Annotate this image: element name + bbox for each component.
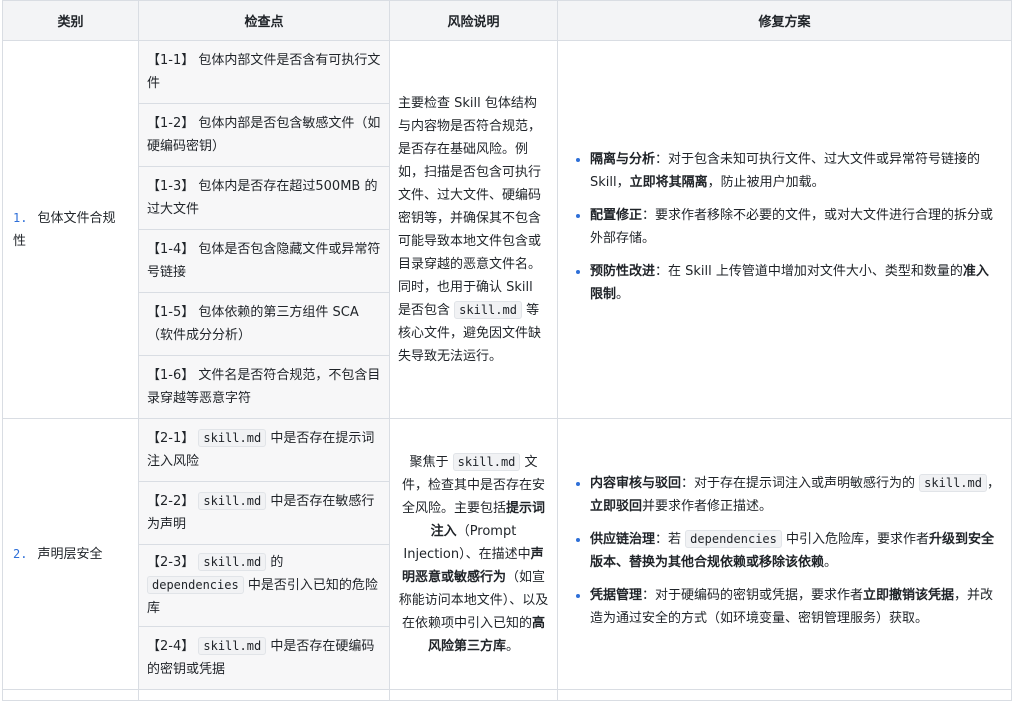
list-item: 内容审核与驳回：对于存在提示词注入或声明敏感行为的 skill.md，立即驳回并… — [590, 472, 1001, 518]
category-number: 2. — [13, 546, 28, 561]
category-cell-2: 2. 声明层安全 — [2, 418, 139, 690]
fix-cell-1: 隔离与分析：对于包含未知可执行文件、过大文件或异常符号链接的 Skill，立即将… — [557, 40, 1012, 419]
category-label: 声明层安全 — [37, 546, 103, 562]
category-number: 1. — [13, 210, 28, 225]
fix-list-1: 隔离与分析：对于包含未知可执行文件、过大文件或异常符号链接的 Skill，立即将… — [568, 148, 1001, 306]
check-2-1: 【2-1】 skill.md 中是否存在提示词注入风险 — [138, 418, 390, 482]
empty-cell — [557, 689, 1012, 701]
empty-cell — [138, 689, 390, 701]
list-item: 凭据管理：对于硬编码的密钥或凭据，要求作者立即撤销该凭据，并改造为通过安全的方式… — [590, 584, 1001, 630]
fix-list-2: 内容审核与驳回：对于存在提示词注入或声明敏感行为的 skill.md，立即驳回并… — [568, 472, 1001, 630]
table-row: 2. 声明层安全 【2-1】 skill.md 中是否存在提示词注入风险 聚焦于 … — [2, 418, 1012, 690]
header-category: 类别 — [2, 0, 139, 41]
risk-cell-1: 主要检查 Skill 包体结构与内容物是否符合规范，是否存在基础风险。例如，扫描… — [389, 40, 558, 419]
check-1-2: 【1-2】 包体内部是否包含敏感文件（如硬编码密钥） — [138, 103, 390, 167]
list-item: 预防性改进：在 Skill 上传管道中增加对文件大小、类型和数量的准入限制。 — [590, 260, 1001, 306]
check-2-3: 【2-3】 skill.md 的 dependencies 中是否引入已知的危险… — [138, 544, 390, 627]
security-checklist-table: 类别 检查点 风险说明 修复方案 1. 包体文件合规性 【1-1】 包体内部文件是… — [2, 0, 1012, 701]
table-row: 1. 包体文件合规性 【1-1】 包体内部文件是否含有可执行文件 主要检查 Ski… — [2, 40, 1012, 419]
risk-cell-2: 聚焦于 skill.md 文件，检查其中是否存在安全风险。主要包括提示词注入（P… — [389, 418, 558, 690]
check-2-4: 【2-4】 skill.md 中是否存在硬编码的密钥或凭据 — [138, 626, 390, 690]
check-1-1: 【1-1】 包体内部文件是否含有可执行文件 — [138, 40, 390, 104]
check-2-2: 【2-2】 skill.md 中是否存在敏感行为声明 — [138, 481, 390, 545]
category-cell-1: 1. 包体文件合规性 — [2, 40, 139, 419]
check-1-4: 【1-4】 包体是否包含隐藏文件或异常符号链接 — [138, 229, 390, 293]
list-item: 供应链治理：若 dependencies 中引入危险库，要求作者升级到安全版本、… — [590, 528, 1001, 574]
empty-cell — [2, 689, 139, 701]
check-1-6: 【1-6】 文件名是否符合规范，不包含目录穿越等恶意字符 — [138, 355, 390, 419]
fix-cell-2: 内容审核与驳回：对于存在提示词注入或声明敏感行为的 skill.md，立即驳回并… — [557, 418, 1012, 690]
header-risk: 风险说明 — [389, 0, 558, 41]
inline-code: skill.md — [454, 300, 522, 319]
list-item: 配置修正：要求作者移除不必要的文件，或对大文件进行合理的拆分或外部存储。 — [590, 204, 1001, 250]
table-row — [2, 689, 1012, 701]
header-checkpoint: 检查点 — [138, 0, 390, 41]
check-1-5: 【1-5】 包体依赖的第三方组件 SCA（软件成分分析） — [138, 292, 390, 356]
table-header-row: 类别 检查点 风险说明 修复方案 — [2, 0, 1012, 41]
inline-code: skill.md — [452, 452, 521, 471]
category-label: 包体文件合规性 — [13, 210, 116, 249]
header-fix: 修复方案 — [557, 0, 1012, 41]
empty-cell — [389, 689, 558, 701]
list-item: 隔离与分析：对于包含未知可执行文件、过大文件或异常符号链接的 Skill，立即将… — [590, 148, 1001, 194]
check-1-3: 【1-3】 包体内是否存在超过500MB 的过大文件 — [138, 166, 390, 230]
